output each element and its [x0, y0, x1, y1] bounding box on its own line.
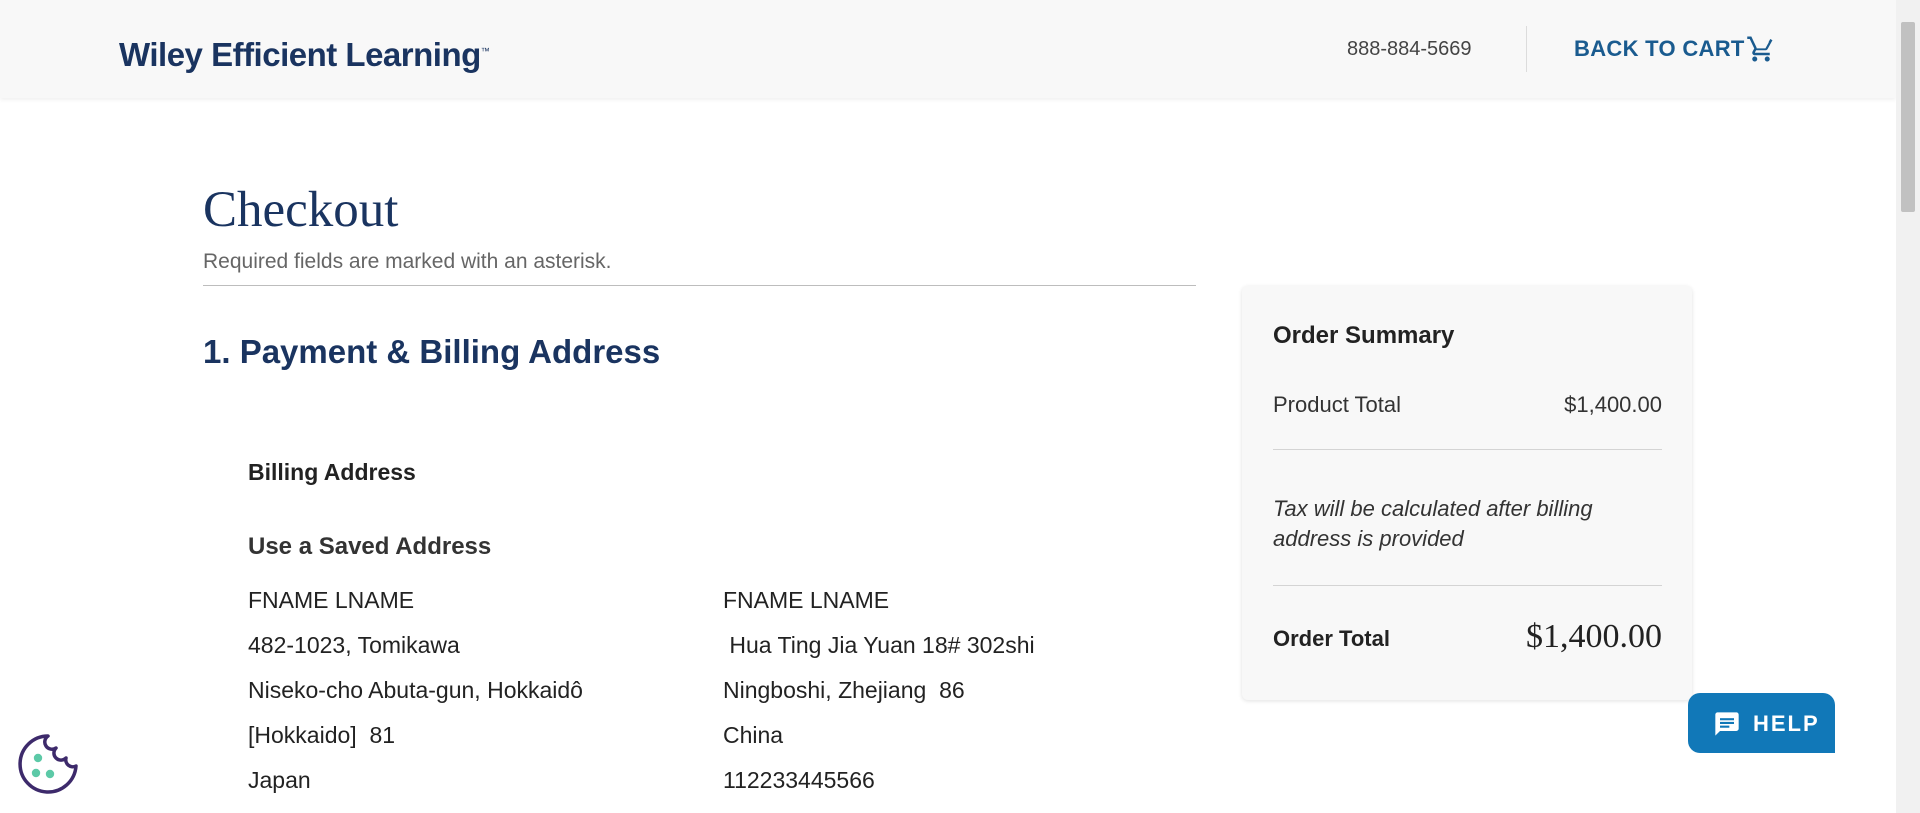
required-fields-note: Required fields are marked with an aster… — [203, 250, 612, 273]
payment-billing-section-title: 1. Payment & Billing Address — [203, 333, 661, 370]
summary-divider — [1273, 449, 1662, 450]
address-line: Hua Ting Jia Yuan 18# 302shi — [723, 632, 1035, 658]
order-summary-title: Order Summary — [1273, 322, 1455, 349]
saved-address-option[interactable]: FNAME LNAME Hua Ting Jia Yuan 18# 302shi… — [723, 578, 1035, 803]
chat-icon — [1715, 712, 1739, 736]
product-total-label: Product Total — [1273, 392, 1402, 417]
address-line: 482-1023, Tomikawa — [248, 632, 460, 658]
cart-icon[interactable] — [1746, 34, 1776, 64]
page-title: Checkout — [203, 182, 399, 238]
header-divider — [1526, 26, 1527, 72]
address-line: FNAME LNAME — [248, 587, 415, 613]
phone-number[interactable]: 888-884-5669 — [1347, 38, 1472, 61]
back-to-cart-link[interactable]: BACK TO CART — [1574, 36, 1745, 62]
order-total-label: Order Total — [1273, 626, 1390, 651]
address-line: Niseko-cho Abuta-gun, Hokkaidô — [248, 677, 583, 703]
page-scrollbar[interactable] — [1896, 0, 1920, 813]
address-line: [Hokkaido] 81 — [248, 722, 396, 748]
address-line: Ningboshi, Zhejiang 86 — [723, 677, 965, 703]
product-total-value: $1,400.00 — [1564, 392, 1662, 417]
scrollbar-thumb[interactable] — [1901, 22, 1915, 212]
address-line: China — [723, 722, 784, 748]
summary-divider — [1273, 585, 1662, 586]
order-summary-panel: Order Summary Product Total $1,400.00 Ta… — [1242, 286, 1692, 700]
wiley-logo[interactable]: Wiley Efficient Learning™ — [119, 36, 490, 74]
title-divider — [203, 285, 1196, 286]
site-header: Wiley Efficient Learning™ 888-884-5669 B… — [0, 0, 1896, 98]
cookie-icon[interactable] — [16, 732, 80, 796]
saved-address-option[interactable]: FNAME LNAME 482-1023, Tomikawa Niseko-ch… — [248, 578, 583, 803]
order-total-value: $1,400.00 — [1526, 618, 1662, 655]
help-button[interactable]: HELP — [1688, 693, 1835, 753]
address-line: 112233445566 — [723, 767, 875, 793]
saved-address-heading: Use a Saved Address — [248, 533, 492, 560]
address-line: FNAME LNAME — [723, 587, 890, 613]
help-label: HELP — [1753, 711, 1820, 736]
tax-note: Tax will be calculated after billing add… — [1273, 496, 1593, 551]
billing-address-heading: Billing Address — [248, 459, 416, 485]
address-line: Japan — [248, 767, 311, 793]
